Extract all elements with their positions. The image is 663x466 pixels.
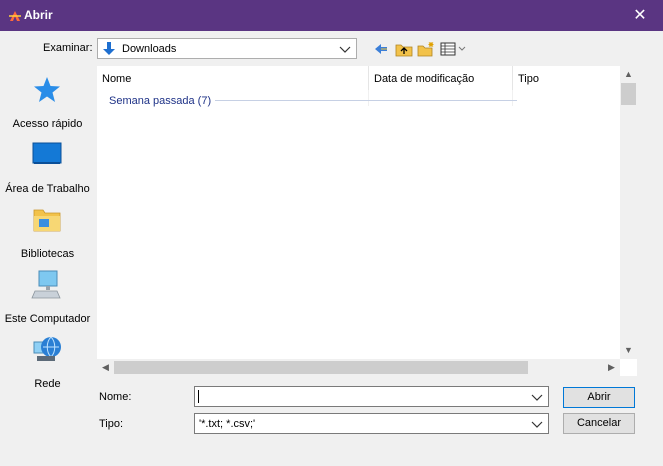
lookin-label: Examinar: <box>43 42 93 54</box>
column-separator <box>368 90 369 106</box>
lookin-value: Downloads <box>122 43 177 55</box>
libraries-folder-icon <box>33 209 61 232</box>
download-arrow-icon <box>103 42 115 55</box>
scroll-thumb[interactable] <box>114 361 528 374</box>
place-desktop[interactable]: Área de Trabalho <box>0 139 95 199</box>
group-header[interactable]: Semana passada (7) <box>109 95 211 107</box>
place-network[interactable]: Rede <box>0 334 95 394</box>
text-caret <box>198 390 199 403</box>
vertical-scrollbar[interactable]: ▲ ▼ <box>620 66 637 359</box>
place-quick-access[interactable]: Acesso rápido <box>0 74 95 134</box>
close-button[interactable]: ✕ <box>617 0 663 31</box>
filename-input[interactable] <box>194 386 549 407</box>
scroll-left-icon[interactable]: ◀ <box>97 359 114 376</box>
place-label: Acesso rápido <box>12 118 83 130</box>
column-header-name[interactable]: Nome <box>97 66 369 90</box>
column-separator <box>512 90 513 106</box>
app-icon <box>9 11 21 21</box>
group-divider <box>215 100 517 101</box>
scroll-down-icon[interactable]: ▼ <box>620 342 637 359</box>
column-header-date[interactable]: Data de modificação <box>369 66 513 90</box>
filename-label: Nome: <box>99 391 132 403</box>
title-bar: Abrir ✕ <box>0 0 663 31</box>
lookin-combo[interactable]: Downloads <box>97 38 357 59</box>
star-icon <box>34 77 60 102</box>
chevron-down-icon[interactable] <box>530 417 544 431</box>
desktop-icon <box>32 142 62 164</box>
scroll-up-icon[interactable]: ▲ <box>620 66 637 83</box>
place-label: Área de Trabalho <box>5 183 90 195</box>
scroll-right-icon[interactable]: ▶ <box>603 359 620 376</box>
place-label: Este Computador <box>4 313 91 325</box>
computer-icon <box>31 270 61 299</box>
column-header-label: Tipo <box>518 73 539 85</box>
place-label: Rede <box>34 378 61 390</box>
chevron-down-icon <box>339 46 351 53</box>
cancel-button[interactable]: Cancelar <box>563 413 635 434</box>
place-label: Bibliotecas <box>20 248 75 260</box>
filetype-label: Tipo: <box>99 418 124 430</box>
horizontal-scrollbar[interactable]: ◀ ▶ <box>97 359 620 376</box>
chevron-down-icon[interactable] <box>530 390 544 404</box>
filetype-select[interactable]: '*.txt; *.csv;' <box>194 413 549 434</box>
column-header-label: Nome <box>102 73 132 85</box>
column-header-label: Data de modificação <box>374 73 475 85</box>
back-icon[interactable] <box>372 41 390 57</box>
column-header-type[interactable]: Tipo <box>513 66 621 90</box>
view-menu-icon[interactable] <box>440 41 468 57</box>
up-folder-icon[interactable] <box>395 41 413 57</box>
window-title: Abrir <box>24 8 53 22</box>
place-this-pc[interactable]: Este Computador <box>0 269 95 329</box>
places-bar: Acesso rápido Área de Trabalho Bibliotec… <box>0 66 95 396</box>
scroll-thumb[interactable] <box>621 83 636 105</box>
open-button[interactable]: Abrir <box>563 387 635 408</box>
place-libraries[interactable]: Bibliotecas <box>0 204 95 264</box>
filetype-value: '*.txt; *.csv;' <box>199 418 256 430</box>
close-icon: ✕ <box>633 7 647 24</box>
network-globe-icon <box>33 336 61 361</box>
file-list[interactable]: Nome Data de modificação Tipo Semana pas… <box>97 66 637 376</box>
new-folder-icon[interactable] <box>417 41 435 57</box>
